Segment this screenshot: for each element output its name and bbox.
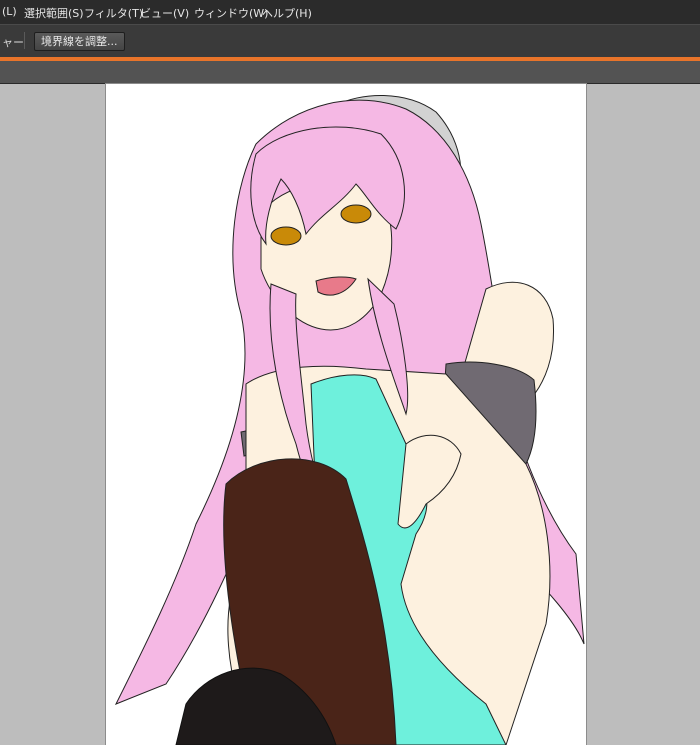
artwork [114, 94, 585, 745]
canvas-area[interactable] [0, 84, 700, 745]
menu-layer[interactable]: (L) [2, 5, 17, 18]
options-divider [24, 32, 25, 49]
options-left-label: ャー [2, 36, 24, 49]
document-canvas[interactable] [106, 84, 586, 745]
menu-select[interactable]: 選択範囲(S) [24, 5, 84, 21]
options-bar: ャー 境界線を調整... [0, 24, 700, 58]
menu-help[interactable]: ヘルプ(H) [262, 5, 312, 21]
left-eye [270, 226, 302, 246]
document-tab-bar [0, 61, 700, 84]
menu-view[interactable]: ビュー(V) [140, 5, 189, 21]
menu-window[interactable]: ウィンドウ(W) [194, 5, 268, 21]
menu-bar: (L) 選択範囲(S) フィルタ(T) ビュー(V) ウィンドウ(W) ヘルプ(… [0, 0, 700, 24]
refine-edge-button[interactable]: 境界線を調整... [34, 32, 125, 51]
right-eye [340, 204, 372, 224]
menu-filter[interactable]: フィルタ(T) [84, 5, 143, 21]
